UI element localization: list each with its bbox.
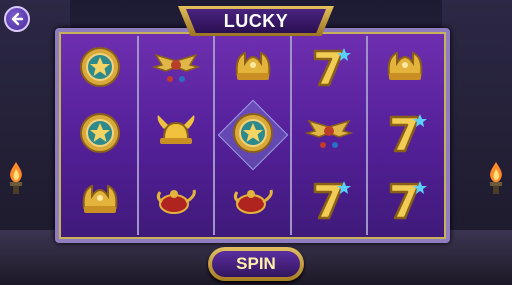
golden-crown-jewel-icon <box>383 47 427 91</box>
winged-scarab-icon <box>304 113 354 157</box>
ruby-genie-lamp-icon <box>154 182 198 222</box>
lucky-seven-symbol <box>375 108 435 162</box>
reel-3 <box>215 36 292 235</box>
golden-crown-jewel-icon <box>78 180 122 224</box>
lucky-seven-icon <box>383 178 427 226</box>
lucky-seven-icon <box>307 45 351 93</box>
golden-crown-jewel-symbol <box>70 175 130 229</box>
spin-label: SPIN <box>236 254 276 273</box>
title-banner: LUCKY <box>186 9 326 33</box>
reel-2 <box>139 36 216 235</box>
lucky-seven-symbol <box>299 175 359 229</box>
ruby-genie-lamp-symbol <box>146 175 206 229</box>
torch-left-icon <box>10 162 22 194</box>
torch-right-icon <box>490 162 502 194</box>
golden-crown-jewel-icon <box>231 47 275 91</box>
slot-machine-frame <box>55 28 450 243</box>
ruby-genie-lamp-icon <box>231 182 275 222</box>
game-title: LUCKY <box>223 10 289 31</box>
winged-scarab-icon <box>151 47 201 91</box>
golden-crown-jewel-symbol <box>375 42 435 96</box>
lucky-seven-icon <box>383 111 427 159</box>
lucky-seven-symbol <box>375 175 435 229</box>
reel-5 <box>368 36 442 235</box>
spin-button-face: SPIN <box>212 251 300 277</box>
star-medallion-symbol <box>217 100 288 171</box>
reels-container <box>63 36 442 235</box>
back-arrow-icon <box>11 12 24 26</box>
winged-scarab-symbol <box>299 108 359 162</box>
winged-scarab-symbol <box>146 42 206 96</box>
star-medallion-icon <box>78 111 122 159</box>
reel-4 <box>292 36 368 235</box>
golden-horned-helmet-icon <box>154 113 198 157</box>
ruby-genie-lamp-symbol <box>223 175 283 229</box>
lucky-seven-icon <box>307 178 351 226</box>
star-medallion-icon <box>78 45 122 93</box>
spin-button[interactable]: SPIN <box>208 247 304 281</box>
lucky-seven-symbol <box>299 42 359 96</box>
golden-crown-jewel-symbol <box>223 42 283 96</box>
star-medallion-icon <box>231 111 275 159</box>
back-button[interactable] <box>4 6 30 32</box>
star-medallion-symbol <box>70 42 130 96</box>
star-medallion-symbol <box>70 108 130 162</box>
reel-1 <box>63 36 140 235</box>
golden-horned-helmet-symbol <box>146 108 206 162</box>
